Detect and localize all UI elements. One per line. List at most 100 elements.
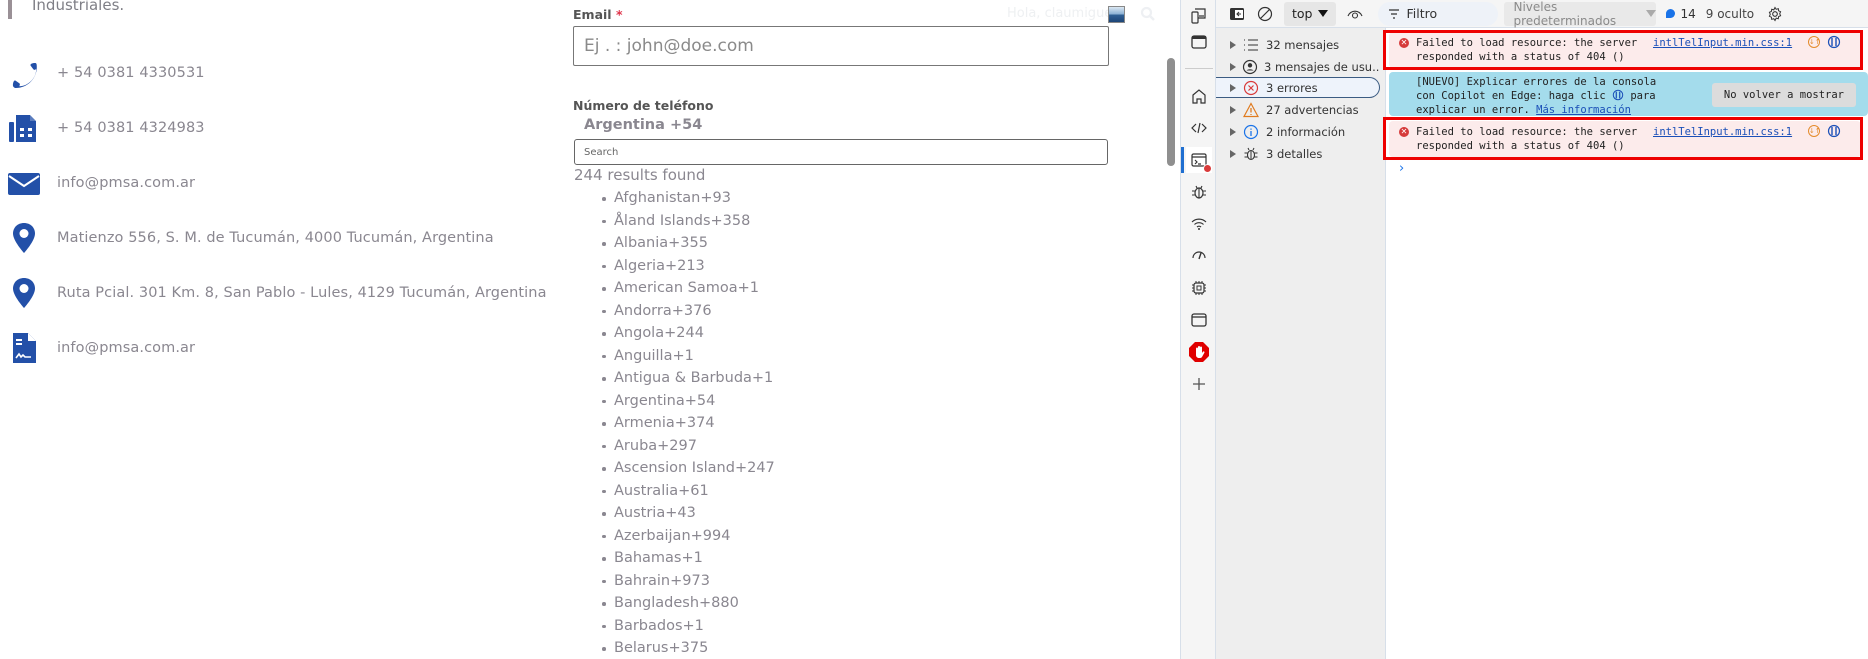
window-icon xyxy=(1191,35,1207,49)
country-option[interactable]: Azerbaijan+994 xyxy=(600,525,775,548)
tool-welcome[interactable] xyxy=(1186,83,1212,109)
chip-icon xyxy=(1192,281,1206,295)
phone-label: Número de teléfono xyxy=(573,98,714,113)
console-settings-button[interactable] xyxy=(1764,1,1786,27)
console-error-message: ✕ Failed to load resource: the server re… xyxy=(1389,32,1861,68)
user-greeting[interactable]: Hola, claumigue xyxy=(1007,6,1112,21)
network-request-icon[interactable]: ↓↑ xyxy=(1808,36,1821,48)
toggle-sidebar-button[interactable] xyxy=(1224,1,1250,27)
email-input[interactable] xyxy=(573,26,1109,66)
country-option[interactable]: Belarus+375 xyxy=(600,637,775,659)
error-source-link[interactable]: intlTelInput.min.css:1 xyxy=(1653,36,1792,50)
list-icon xyxy=(1242,36,1260,54)
country-option[interactable]: Armenia+374 xyxy=(600,412,775,435)
expand-arrow-icon[interactable] xyxy=(1230,40,1236,49)
bug-icon xyxy=(1242,145,1260,163)
code-icon xyxy=(1191,122,1207,134)
contact-fax: + 54 0381 4324983 xyxy=(8,111,205,145)
country-option[interactable]: Åland Islands+358 xyxy=(600,210,775,233)
country-option[interactable]: American Samoa+1 xyxy=(600,277,775,300)
country-option[interactable]: Bahamas+1 xyxy=(600,547,775,570)
country-option[interactable]: Antigua & Barbuda+1 xyxy=(600,367,775,390)
copilot-icon[interactable] xyxy=(1827,35,1841,49)
error-source-link[interactable]: intlTelInput.min.css:1 xyxy=(1653,125,1792,139)
sidebar-item-verbose[interactable]: 3 detalles xyxy=(1216,143,1380,164)
device-emulation-button[interactable] xyxy=(1186,3,1212,29)
page-scrollbar[interactable] xyxy=(1164,0,1180,659)
stop-hand-icon xyxy=(1189,342,1209,362)
sidebar-item-user-messages[interactable]: 3 mensajes de usu... xyxy=(1216,56,1380,77)
selected-country[interactable]: Argentina +54 xyxy=(584,117,702,133)
issues-icon xyxy=(1666,9,1676,18)
context-value: top xyxy=(1292,6,1313,21)
tool-console[interactable] xyxy=(1181,147,1212,173)
more-info-link[interactable]: Más información xyxy=(1536,104,1631,116)
tool-memory[interactable] xyxy=(1186,275,1212,301)
tool-performance[interactable] xyxy=(1186,243,1212,269)
country-option[interactable]: Australia+61 xyxy=(600,480,775,503)
contact-phone: + 54 0381 4330531 xyxy=(8,56,205,90)
contact-email-2[interactable]: info@pmsa.com.ar xyxy=(8,331,195,365)
expand-arrow-icon[interactable] xyxy=(1230,62,1236,71)
wifi-icon xyxy=(1191,218,1207,230)
sidebar-toggle-icon xyxy=(1230,7,1244,20)
country-option[interactable]: Argentina+54 xyxy=(600,390,775,413)
contact-address-1: Matienzo 556, S. M. de Tucumán, 4000 Tuc… xyxy=(8,221,494,255)
contact-email[interactable]: info@pmsa.com.ar xyxy=(8,166,195,200)
country-option[interactable]: Austria+43 xyxy=(600,502,775,525)
expand-arrow-icon[interactable] xyxy=(1230,83,1236,92)
error-text-line1: Failed to load resource: the server xyxy=(1416,37,1638,49)
clear-console-button[interactable] xyxy=(1252,1,1278,27)
error-text-line1: Failed to load resource: the server xyxy=(1416,126,1638,138)
country-option[interactable]: Afghanistan+93 xyxy=(600,187,775,210)
tool-application[interactable] xyxy=(1186,307,1212,333)
country-option[interactable]: Barbados+1 xyxy=(600,615,775,638)
contact-text: info@pmsa.com.ar xyxy=(57,340,196,356)
envelope-icon xyxy=(8,167,40,199)
bug-icon xyxy=(1192,185,1206,199)
tool-sources[interactable] xyxy=(1186,179,1212,205)
log-levels-dropdown[interactable]: Niveles predeterminados xyxy=(1504,0,1657,28)
country-option[interactable]: Algeria+213 xyxy=(600,255,775,278)
console-sidebar: 32 mensajes 3 mensajes de usu... 3 error… xyxy=(1216,28,1386,659)
tool-adblock[interactable] xyxy=(1186,339,1212,365)
copilot-icon[interactable] xyxy=(1827,124,1841,138)
country-search-input[interactable] xyxy=(574,139,1108,165)
sidebar-item-warnings[interactable]: 27 advertencias xyxy=(1216,99,1380,120)
web-page: Industriales. + 54 0381 4330531 + 54 038… xyxy=(0,0,1180,659)
sidebar-item-messages[interactable]: 32 mensajes xyxy=(1216,34,1380,55)
country-option[interactable]: Bahrain+973 xyxy=(600,570,775,593)
chevron-down-icon xyxy=(1318,10,1329,17)
country-option[interactable]: Aruba+297 xyxy=(600,435,775,458)
map-pin-icon xyxy=(8,277,40,309)
console-toolbar: top Filtro Niveles predeterminados 14 9 … xyxy=(1216,0,1868,28)
sidebar-item-errors[interactable]: 3 errores xyxy=(1216,77,1380,98)
sidebar-item-info[interactable]: 2 información xyxy=(1216,121,1380,142)
dont-show-again-button[interactable]: No volver a mostrar xyxy=(1711,83,1856,107)
country-option[interactable]: Andorra+376 xyxy=(600,300,775,323)
country-option[interactable]: Ascension Island+247 xyxy=(600,457,775,480)
expand-arrow-icon[interactable] xyxy=(1230,127,1236,136)
more-tools-button[interactable] xyxy=(1186,371,1212,397)
filter-input[interactable]: Filtro xyxy=(1378,1,1499,26)
live-expression-button[interactable] xyxy=(1342,1,1368,27)
issues-counter[interactable]: 14 xyxy=(1666,7,1696,21)
contact-address-2: Ruta Pcial. 301 Km. 8, San Pablo - Lules… xyxy=(8,276,546,310)
console-messages: ✕ Failed to load resource: the server re… xyxy=(1383,28,1868,659)
context-selector[interactable]: top xyxy=(1284,1,1337,26)
expand-arrow-icon[interactable] xyxy=(1230,149,1236,158)
user-avatar[interactable] xyxy=(1108,6,1125,23)
expand-arrow-icon[interactable] xyxy=(1230,105,1236,114)
country-option[interactable]: Anguilla+1 xyxy=(600,345,775,368)
dock-toggle-button[interactable] xyxy=(1186,29,1212,55)
tool-elements[interactable] xyxy=(1186,115,1212,141)
country-option[interactable]: Bangladesh+880 xyxy=(600,592,775,615)
network-request-icon[interactable]: ↓↑ xyxy=(1808,125,1821,137)
eye-icon xyxy=(1347,10,1363,19)
page-scrollbar-thumb[interactable] xyxy=(1167,58,1175,166)
country-option[interactable]: Angola+244 xyxy=(600,322,775,345)
search-icon[interactable] xyxy=(1140,6,1156,22)
tool-network[interactable] xyxy=(1186,211,1212,237)
country-option[interactable]: Albania+355 xyxy=(600,232,775,255)
console-prompt[interactable]: › xyxy=(1399,161,1404,176)
